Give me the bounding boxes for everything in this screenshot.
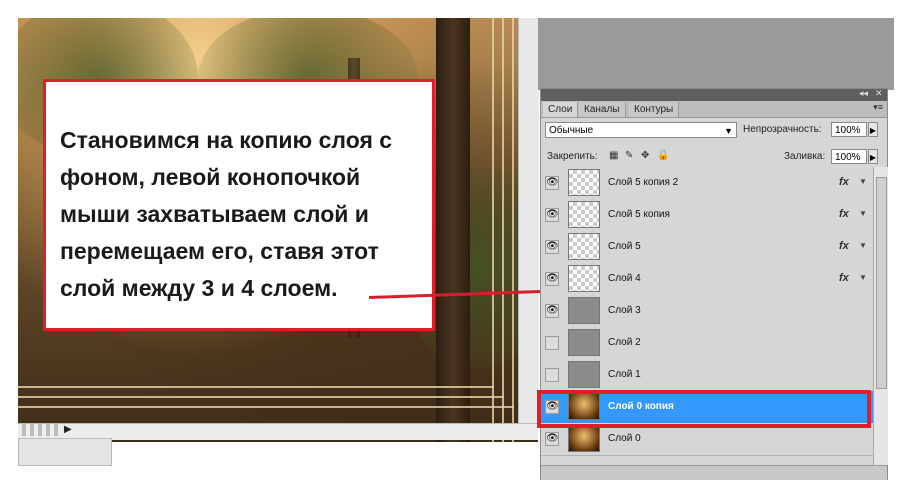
blend-mode-select[interactable]: Обычные ▼	[545, 122, 737, 138]
layer-name: Слой 4	[608, 273, 641, 284]
layer-name: Слой 2	[608, 337, 641, 348]
canvas-tree	[436, 18, 470, 442]
chevron-down-icon[interactable]: ▼	[859, 177, 867, 186]
visibility-eye-icon[interactable]: 👁	[545, 272, 559, 286]
layer-thumbnail	[568, 425, 600, 452]
layer-row[interactable]: Слой 1	[541, 359, 873, 392]
visibility-eye-icon[interactable]	[545, 336, 559, 350]
layer-thumbnail	[568, 201, 600, 228]
layer-name: Слой 0	[608, 433, 641, 444]
layer-row[interactable]: 👁 Слой 3	[541, 295, 873, 328]
opacity-slider-arrow-icon[interactable]: ▶	[868, 122, 878, 137]
tab-layers[interactable]: Слои	[543, 102, 579, 117]
layer-row[interactable]: 👁 Слой 5 копия 2 fx ▼	[541, 167, 873, 200]
lock-transparency-icon[interactable]: ▦	[609, 150, 618, 161]
layer-row[interactable]: Слой 2	[541, 327, 873, 360]
panel-menu-icon[interactable]: ▾≡	[873, 102, 883, 113]
layer-name: Слой 5 копия 2	[608, 177, 679, 188]
lock-paint-icon[interactable]: ✎	[625, 150, 633, 161]
panel-tabs: Слои Каналы Контуры ▾≡	[541, 101, 887, 118]
screenshot-frame: ▶ Становимся на копию слоя с фоном, лево…	[0, 0, 911, 498]
canvas-frame-line	[492, 18, 494, 442]
layer-thumbnail	[568, 265, 600, 292]
chevron-down-icon[interactable]: ▼	[859, 241, 867, 250]
visibility-eye-icon[interactable]	[545, 368, 559, 382]
visibility-eye-icon[interactable]: 👁	[545, 432, 559, 446]
layer-thumbnail	[568, 361, 600, 388]
lock-all-icon[interactable]: 🔒	[657, 150, 669, 161]
panel-bottom-toolbar	[541, 465, 887, 480]
layer-row[interactable]: 👁 Слой 5 fx ▼	[541, 231, 873, 264]
status-bar-box	[18, 438, 112, 466]
canvas-frame-line	[512, 18, 514, 442]
tab-paths[interactable]: Контуры	[629, 102, 680, 117]
lock-move-icon[interactable]: ✥	[641, 150, 649, 161]
visibility-eye-icon[interactable]: 👁	[545, 240, 559, 254]
fill-input[interactable]: 100%	[831, 149, 867, 164]
layer-thumbnail	[568, 233, 600, 260]
fill-slider-arrow-icon[interactable]: ▶	[868, 149, 878, 164]
visibility-eye-icon[interactable]: 👁	[545, 304, 559, 318]
lock-label: Закрепить:	[547, 151, 598, 162]
layer-row[interactable]: 👁 Слой 5 копия fx ▼	[541, 199, 873, 232]
layer-name: Слой 3	[608, 305, 641, 316]
fill-label: Заливка:	[784, 151, 826, 162]
scroll-track-dots	[22, 424, 62, 436]
layer-row[interactable]: 👁 Слой 4 fx ▼	[541, 263, 873, 296]
canvas-vertical-scrollbar[interactable]	[518, 18, 539, 424]
canvas-frame-line	[18, 396, 504, 398]
chevron-down-icon: ▼	[724, 126, 733, 136]
close-icon[interactable]: ✕	[875, 88, 883, 99]
scroll-right-arrow-icon[interactable]: ▶	[64, 424, 74, 436]
collapse-icon[interactable]: ◂◂	[859, 88, 868, 99]
layer-effects-fx-icon[interactable]: fx	[839, 240, 849, 252]
layers-scrollbar-thumb[interactable]	[876, 177, 887, 389]
layer-name: Слой 5 копия	[608, 209, 670, 220]
visibility-eye-icon[interactable]: 👁	[545, 208, 559, 222]
canvas-frame-line	[18, 386, 494, 388]
visibility-eye-icon[interactable]: 👁	[545, 176, 559, 190]
annotation-callout: Становимся на копию слоя с фоном, левой …	[43, 79, 435, 331]
opacity-label: Непрозрачность:	[743, 124, 822, 135]
layers-scrollbar[interactable]	[873, 167, 888, 465]
annotation-text: Становимся на копию слоя с фоном, левой …	[60, 127, 393, 301]
layer-thumbnail	[568, 297, 600, 324]
opacity-input[interactable]: 100%	[831, 122, 867, 137]
layer-effects-fx-icon[interactable]: fx	[839, 272, 849, 284]
layer-name: Слой 1	[608, 369, 641, 380]
canvas-frame-line	[18, 406, 514, 408]
app-background	[538, 18, 894, 90]
selected-layer-highlight	[537, 390, 871, 428]
layer-name: Слой 5	[608, 241, 641, 252]
blend-mode-value: Обычные	[549, 125, 594, 136]
canvas-frame-line	[502, 18, 504, 442]
layer-thumbnail	[568, 329, 600, 356]
layer-effects-fx-icon[interactable]: fx	[839, 208, 849, 220]
layer-effects-fx-icon[interactable]: fx	[839, 176, 849, 188]
tab-channels[interactable]: Каналы	[579, 102, 626, 117]
chevron-down-icon[interactable]: ▼	[859, 209, 867, 218]
chevron-down-icon[interactable]: ▼	[859, 273, 867, 282]
panel-title-bar: ◂◂ ✕	[541, 88, 887, 101]
layer-thumbnail	[568, 169, 600, 196]
